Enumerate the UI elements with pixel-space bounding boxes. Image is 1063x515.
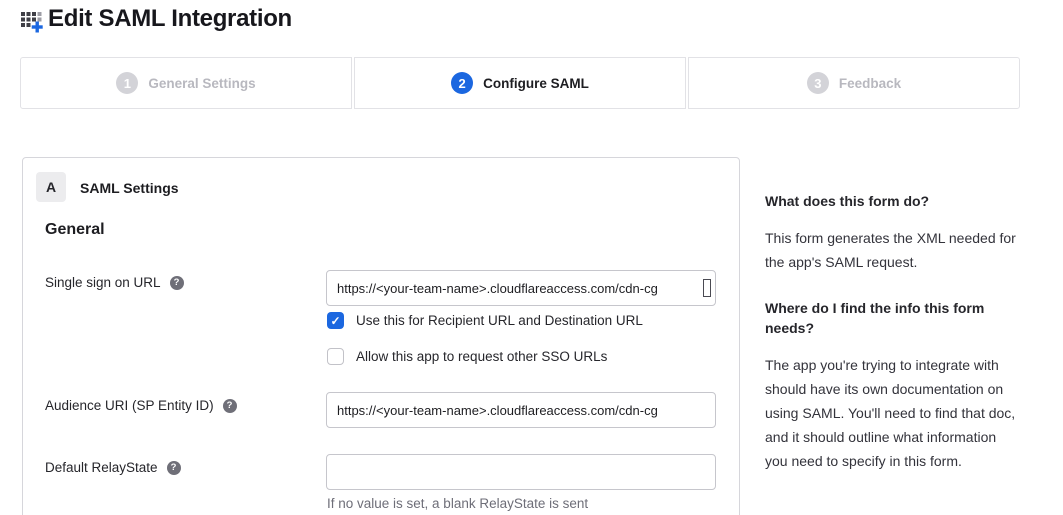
- help-icon[interactable]: ?: [170, 276, 184, 290]
- section-title: SAML Settings: [80, 180, 179, 196]
- group-title-general: General: [45, 221, 105, 239]
- checkbox-unchecked-icon[interactable]: [327, 348, 344, 365]
- page-title: Edit SAML Integration: [48, 5, 292, 33]
- relaystate-input[interactable]: [326, 454, 716, 490]
- app-header: Edit SAML Integration: [18, 5, 292, 33]
- step-number-badge: 3: [807, 72, 829, 94]
- help-body-what: This form generates the XML needed for t…: [765, 226, 1018, 274]
- wizard-step-configure-saml[interactable]: 2 Configure SAML: [354, 57, 686, 109]
- help-body-where: The app you're trying to integrate with …: [765, 353, 1018, 473]
- field-label-sso: Single sign on URL ?: [45, 275, 184, 290]
- wizard-step-feedback[interactable]: 3 Feedback: [688, 57, 1020, 109]
- help-icon[interactable]: ?: [223, 399, 237, 413]
- app-grid-add-icon: [18, 6, 45, 33]
- text-cursor: [703, 279, 711, 297]
- field-label-relaystate: Default RelayState ?: [45, 460, 181, 475]
- step-label: Configure SAML: [483, 76, 589, 91]
- sso-url-input[interactable]: [326, 270, 716, 306]
- wizard-steps: 1 General Settings 2 Configure SAML 3 Fe…: [20, 57, 1020, 109]
- sso-label-text: Single sign on URL: [45, 275, 161, 290]
- field-label-audience: Audience URI (SP Entity ID) ?: [45, 398, 237, 413]
- other-sso-urls-check-row: Allow this app to request other SSO URLs: [327, 348, 607, 365]
- step-number-badge: 2: [451, 72, 473, 94]
- relaystate-label-text: Default RelayState: [45, 460, 158, 475]
- step-number-badge: 1: [116, 72, 138, 94]
- other-sso-urls-check-label: Allow this app to request other SSO URLs: [356, 349, 607, 364]
- page: Edit SAML Integration 1 General Settings…: [0, 0, 1063, 515]
- section-badge: A: [36, 172, 66, 202]
- relaystate-helper-text: If no value is set, a blank RelayState i…: [327, 496, 588, 511]
- audience-input-wrap: [326, 392, 716, 428]
- relaystate-input-wrap: [326, 454, 716, 490]
- sso-input-wrap: [326, 270, 716, 306]
- saml-settings-panel: A SAML Settings General Single sign on U…: [22, 157, 740, 515]
- audience-label-text: Audience URI (SP Entity ID): [45, 398, 214, 413]
- help-sidebar: What does this form do? This form genera…: [765, 191, 1018, 497]
- recipient-url-check-row: ✓ Use this for Recipient URL and Destina…: [327, 312, 643, 329]
- help-heading-what: What does this form do?: [765, 191, 1018, 211]
- help-heading-where: Where do I find the info this form needs…: [765, 298, 1018, 338]
- checkbox-checked-icon[interactable]: ✓: [327, 312, 344, 329]
- step-label: Feedback: [839, 76, 901, 91]
- recipient-url-check-label: Use this for Recipient URL and Destinati…: [356, 313, 643, 328]
- step-label: General Settings: [148, 76, 255, 91]
- audience-uri-input[interactable]: [326, 392, 716, 428]
- wizard-step-general-settings[interactable]: 1 General Settings: [20, 57, 352, 109]
- help-icon[interactable]: ?: [167, 461, 181, 475]
